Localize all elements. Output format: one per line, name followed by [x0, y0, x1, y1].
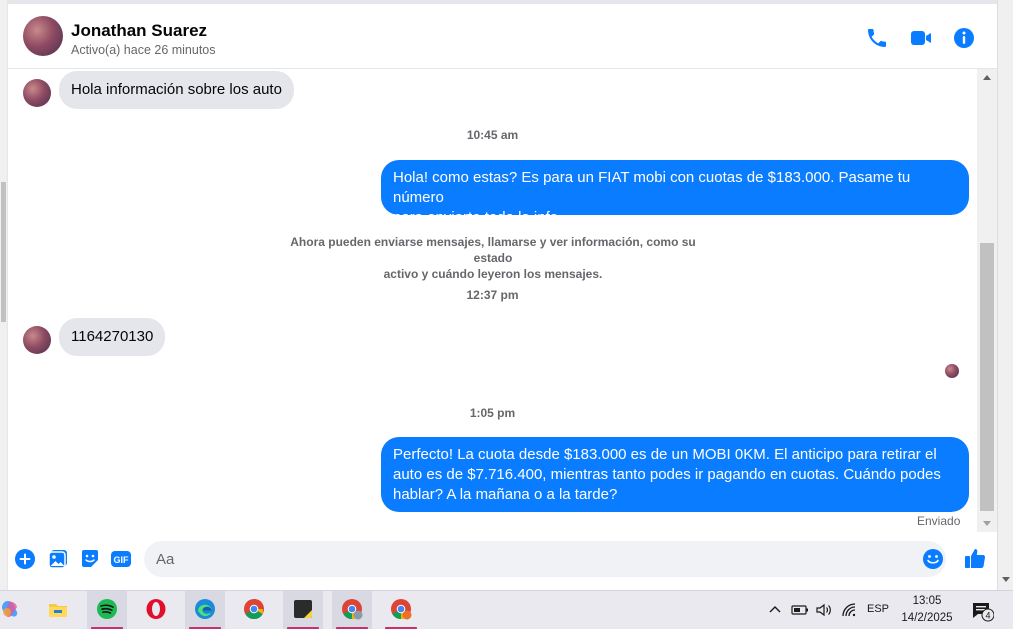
- message-line: auto es de $7.716.400, mientras tanto po…: [393, 466, 941, 483]
- wifi-icon[interactable]: [840, 601, 858, 619]
- message-input[interactable]: [156, 541, 916, 577]
- copilot-icon: [2, 601, 18, 617]
- edge-icon: [195, 599, 215, 619]
- chrome-profile-1-app[interactable]: [332, 591, 372, 629]
- chrome-app[interactable]: [234, 591, 274, 629]
- file-explorer-icon: [49, 604, 67, 617]
- sticky-notes-icon: [294, 600, 312, 618]
- image-icon[interactable]: [47, 548, 69, 570]
- page-scrollbar[interactable]: [997, 0, 1013, 590]
- clock-date: 14/2/2025: [901, 612, 953, 624]
- phone-icon[interactable]: [865, 26, 889, 50]
- copilot-app[interactable]: [0, 591, 30, 629]
- message-line: hablar? A la mañana o a la tarde?: [393, 486, 618, 503]
- gif-label: GIF: [114, 555, 130, 565]
- message-input-field[interactable]: [144, 541, 946, 577]
- scroll-down-arrow-icon[interactable]: [983, 521, 991, 526]
- message-line: Perfecto! La cuota desde $183.000 es de …: [393, 446, 937, 463]
- message-line: para enviarte toda la info: [393, 209, 559, 226]
- plus-icon[interactable]: [14, 548, 36, 570]
- seen-avatar: [945, 364, 959, 378]
- message-line: Hola! como estas? Es para un FIAT mobi c…: [393, 169, 911, 206]
- message-incoming[interactable]: Hola información sobre los auto: [59, 71, 294, 109]
- timestamp: 1:05 pm: [469, 406, 516, 420]
- system-notice-line: Ahora pueden enviarse mensajes, llamarse…: [290, 235, 696, 265]
- notification-center-icon[interactable]: 4: [970, 600, 995, 622]
- message-list[interactable]: Hola información sobre los auto 10:45 am…: [8, 69, 977, 532]
- opera-app[interactable]: [136, 591, 176, 629]
- windows-taskbar: ESP 13:05 14/2/2025 4: [0, 590, 1013, 629]
- gif-icon[interactable]: GIF: [110, 548, 132, 570]
- left-scrollbar[interactable]: [0, 0, 8, 590]
- edge-app[interactable]: [185, 591, 225, 629]
- system-clock[interactable]: 13:05 14/2/2025: [897, 593, 957, 627]
- chat-scrollbar[interactable]: [977, 69, 997, 532]
- info-icon[interactable]: [952, 26, 976, 50]
- chrome-profile-1-icon: [342, 599, 363, 620]
- sent-status: Enviado: [917, 514, 961, 528]
- message-composer: GIF: [8, 532, 997, 584]
- contact-name[interactable]: Jonathan Suarez: [71, 21, 207, 41]
- video-icon[interactable]: [909, 26, 933, 50]
- chrome-icon: [244, 598, 264, 620]
- battery-icon[interactable]: [791, 602, 809, 618]
- timestamp: 12:37 pm: [466, 288, 519, 302]
- chrome-profile-2-icon: [391, 599, 412, 620]
- system-notice: Ahora pueden enviarse mensajes, llamarse…: [276, 234, 710, 282]
- like-icon[interactable]: [963, 546, 987, 570]
- contact-avatar-small[interactable]: [23, 79, 51, 107]
- volume-icon[interactable]: [815, 601, 833, 619]
- contact-avatar[interactable]: [23, 16, 63, 56]
- message-outgoing[interactable]: Perfecto! La cuota desde $183.000 es de …: [381, 437, 969, 512]
- spotify-app[interactable]: [87, 591, 127, 629]
- sticky-notes-app[interactable]: [283, 591, 323, 629]
- page-scroll-down-icon[interactable]: [1002, 577, 1010, 582]
- conversation-header: Jonathan Suarez Activo(a) hace 26 minuto…: [8, 0, 997, 69]
- clock-time: 13:05: [912, 595, 942, 607]
- message-outgoing[interactable]: Hola! como estas? Es para un FIAT mobi c…: [381, 160, 969, 226]
- message-incoming[interactable]: 1164270130: [59, 318, 166, 356]
- file-explorer-app[interactable]: [38, 591, 78, 629]
- show-hidden-icons-icon[interactable]: [766, 601, 784, 619]
- notification-count: 4: [985, 611, 990, 621]
- left-scrollbar-thumb[interactable]: [1, 182, 6, 322]
- chat-scrollbar-thumb[interactable]: [980, 243, 994, 511]
- chrome-profile-2-app[interactable]: [381, 591, 421, 629]
- spotify-icon: [97, 599, 117, 619]
- scroll-up-arrow-icon[interactable]: [983, 75, 991, 80]
- emoji-icon[interactable]: [922, 548, 944, 570]
- contact-avatar-small[interactable]: [23, 326, 51, 354]
- contact-status: Activo(a) hace 26 minutos: [71, 43, 216, 57]
- messenger-window: Jonathan Suarez Activo(a) hace 26 minuto…: [0, 0, 1013, 629]
- timestamp: 10:45 am: [466, 128, 519, 142]
- opera-icon: [146, 599, 166, 619]
- system-notice-line: activo y cuándo leyeron los mensajes.: [383, 267, 603, 281]
- sticker-icon[interactable]: [79, 548, 101, 570]
- input-language[interactable]: ESP: [867, 603, 889, 615]
